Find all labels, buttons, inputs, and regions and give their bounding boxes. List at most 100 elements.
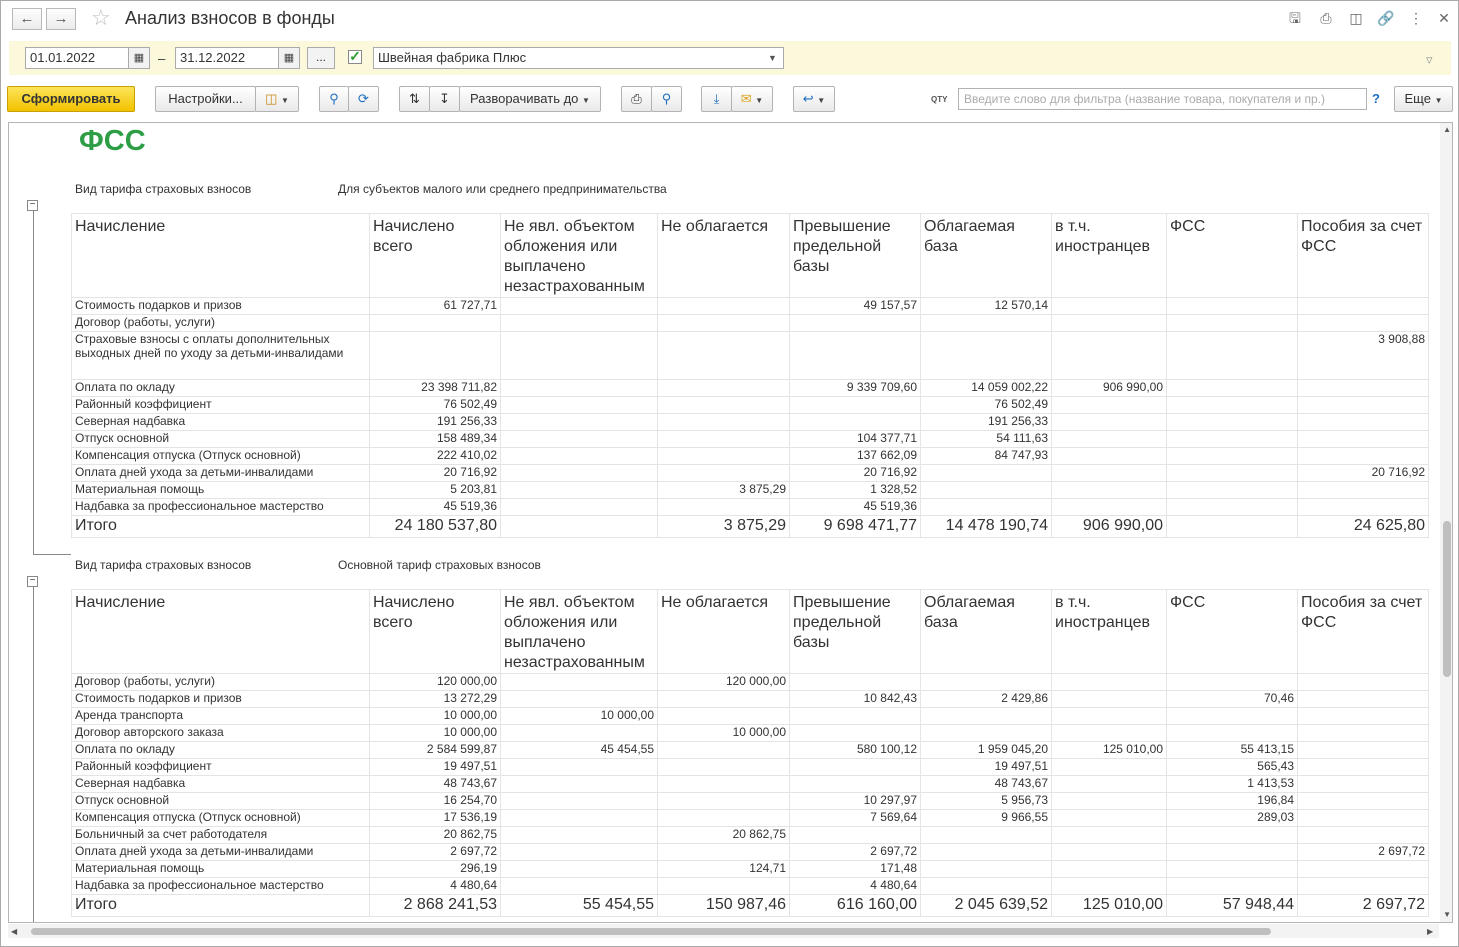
value-cell[interactable] xyxy=(500,447,658,465)
value-cell[interactable] xyxy=(1051,396,1167,414)
value-cell[interactable]: 2 697,72 xyxy=(789,843,921,861)
value-cell[interactable] xyxy=(369,314,501,332)
table-row[interactable]: Компенсация отпуска (Отпуск основной) 17 … xyxy=(71,809,1429,827)
value-cell[interactable] xyxy=(920,707,1052,725)
value-cell[interactable]: 5 956,73 xyxy=(920,792,1052,810)
value-cell[interactable] xyxy=(657,464,790,482)
value-cell[interactable] xyxy=(1166,498,1298,516)
value-cell[interactable] xyxy=(1051,297,1167,315)
table-row[interactable]: Оплата дней ухода за детьми-инвалидами 20… xyxy=(71,464,1429,482)
value-cell[interactable] xyxy=(920,860,1052,878)
total-value-cell[interactable] xyxy=(500,515,658,538)
total-value-cell[interactable]: 2 045 639,52 xyxy=(920,894,1052,917)
value-cell[interactable]: 19 497,51 xyxy=(920,758,1052,776)
value-cell[interactable] xyxy=(1166,826,1298,844)
value-cell[interactable]: 158 489,34 xyxy=(369,430,501,448)
value-cell[interactable]: 3 908,88 xyxy=(1297,331,1429,380)
value-cell[interactable] xyxy=(500,877,658,895)
value-cell[interactable] xyxy=(1166,464,1298,482)
value-cell[interactable] xyxy=(789,775,921,793)
settings-button[interactable]: Настройки... xyxy=(155,86,256,112)
value-cell[interactable] xyxy=(1297,430,1429,448)
value-cell[interactable] xyxy=(657,379,790,397)
value-cell[interactable] xyxy=(1051,690,1167,708)
row-name-cell[interactable]: Договор авторского заказа xyxy=(71,724,370,742)
value-cell[interactable] xyxy=(657,331,790,380)
value-cell[interactable]: 196,84 xyxy=(1166,792,1298,810)
value-cell[interactable] xyxy=(789,707,921,725)
table-row[interactable]: Стоимость подарков и призов 13 272,29 10 8… xyxy=(71,690,1429,708)
row-name-cell[interactable]: Аренда транспорта xyxy=(71,707,370,725)
organization-dropdown[interactable]: ▼ xyxy=(762,47,784,69)
value-cell[interactable] xyxy=(1051,775,1167,793)
filter-icon[interactable]: ▿ xyxy=(1426,52,1433,68)
value-cell[interactable] xyxy=(789,413,921,431)
value-cell[interactable] xyxy=(657,775,790,793)
save-file-button[interactable]: ⤓ xyxy=(701,86,732,112)
value-cell[interactable] xyxy=(1297,877,1429,895)
value-cell[interactable] xyxy=(657,430,790,448)
value-cell[interactable] xyxy=(1051,792,1167,810)
value-cell[interactable]: 125 010,00 xyxy=(1051,741,1167,759)
value-cell[interactable]: 84 747,93 xyxy=(920,447,1052,465)
value-cell[interactable] xyxy=(1051,314,1167,332)
value-cell[interactable] xyxy=(1051,481,1167,499)
value-cell[interactable] xyxy=(657,792,790,810)
total-value-cell[interactable]: 906 990,00 xyxy=(1051,515,1167,538)
value-cell[interactable]: 10 000,00 xyxy=(369,724,501,742)
table-row[interactable]: Оплата дней ухода за детьми-инвалидами 2 … xyxy=(71,843,1429,861)
row-name-cell[interactable]: Компенсация отпуска (Отпуск основной) xyxy=(71,447,370,465)
table-row[interactable]: Договор (работы, услуги) 120 000,00 120 00… xyxy=(71,673,1429,691)
value-cell[interactable] xyxy=(1166,843,1298,861)
value-cell[interactable]: 1 328,52 xyxy=(789,481,921,499)
value-cell[interactable] xyxy=(657,877,790,895)
value-cell[interactable] xyxy=(1166,673,1298,691)
value-cell[interactable] xyxy=(657,707,790,725)
value-cell[interactable] xyxy=(657,314,790,332)
value-cell[interactable] xyxy=(500,498,658,516)
more-button[interactable]: Еще ▼ xyxy=(1394,86,1453,112)
value-cell[interactable] xyxy=(920,498,1052,516)
value-cell[interactable] xyxy=(1297,498,1429,516)
value-cell[interactable] xyxy=(1051,724,1167,742)
value-cell[interactable] xyxy=(789,396,921,414)
value-cell[interactable] xyxy=(1297,826,1429,844)
row-name-cell[interactable]: Материальная помощь xyxy=(71,481,370,499)
value-cell[interactable] xyxy=(1166,430,1298,448)
value-cell[interactable]: 10 000,00 xyxy=(500,707,658,725)
total-value-cell[interactable]: 24 625,80 xyxy=(1297,515,1429,538)
value-cell[interactable]: 12 570,14 xyxy=(920,297,1052,315)
value-cell[interactable]: 289,03 xyxy=(1166,809,1298,827)
value-cell[interactable]: 3 875,29 xyxy=(657,481,790,499)
table-row[interactable]: Оплата по окладу 2 584 599,87 45 454,55 580… xyxy=(71,741,1429,759)
value-cell[interactable] xyxy=(1166,707,1298,725)
find-button[interactable]: ⚲ xyxy=(319,86,349,112)
value-cell[interactable]: 13 272,29 xyxy=(369,690,501,708)
value-cell[interactable] xyxy=(657,741,790,759)
value-cell[interactable]: 296,19 xyxy=(369,860,501,878)
row-name-cell[interactable]: Районный коэффициент xyxy=(71,396,370,414)
search-input[interactable]: Введите слово для фильтра (название това… xyxy=(958,88,1367,110)
total-label-cell[interactable]: Итого xyxy=(71,894,370,917)
total-value-cell[interactable]: 55 454,55 xyxy=(500,894,658,917)
group-1-collapse-button[interactable]: − xyxy=(27,200,38,211)
value-cell[interactable] xyxy=(500,860,658,878)
value-cell[interactable]: 48 743,67 xyxy=(920,775,1052,793)
value-cell[interactable] xyxy=(920,331,1052,380)
value-cell[interactable] xyxy=(1297,809,1429,827)
value-cell[interactable]: 906 990,00 xyxy=(1051,379,1167,397)
total-value-cell[interactable]: 57 948,44 xyxy=(1166,894,1298,917)
value-cell[interactable]: 580 100,12 xyxy=(789,741,921,759)
value-cell[interactable]: 14 059 002,22 xyxy=(920,379,1052,397)
row-name-cell[interactable]: Стоимость подарков и призов xyxy=(71,297,370,315)
row-name-cell[interactable]: Северная надбавка xyxy=(71,775,370,793)
value-cell[interactable]: 2 697,72 xyxy=(1297,843,1429,861)
value-cell[interactable] xyxy=(1051,758,1167,776)
value-cell[interactable] xyxy=(920,877,1052,895)
total-value-cell[interactable]: 3 875,29 xyxy=(657,515,790,538)
total-value-cell[interactable] xyxy=(1166,515,1298,538)
value-cell[interactable] xyxy=(500,331,658,380)
table-row[interactable]: Надбавка за профессиональное мастерство 4… xyxy=(71,498,1429,516)
value-cell[interactable] xyxy=(1051,877,1167,895)
value-cell[interactable] xyxy=(920,673,1052,691)
